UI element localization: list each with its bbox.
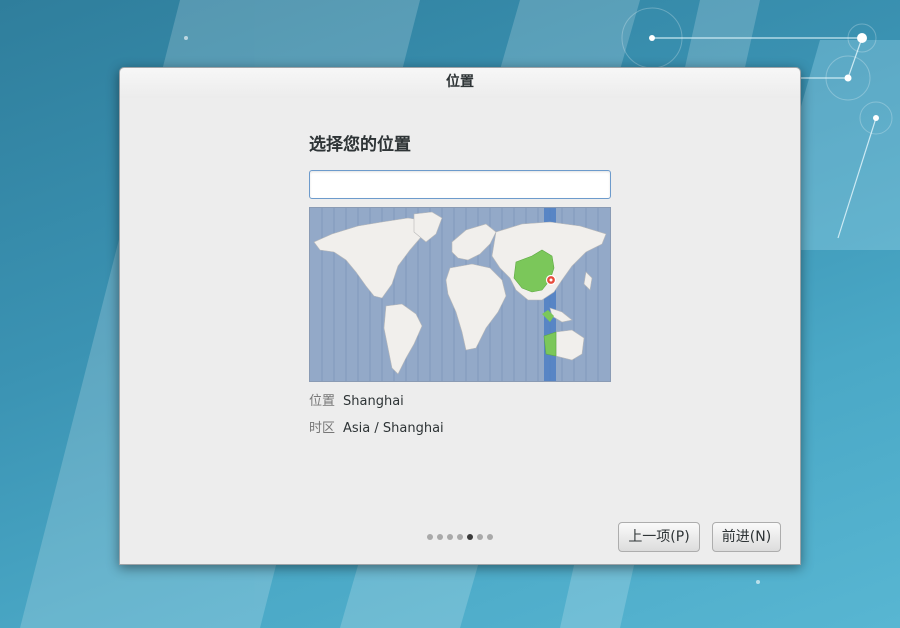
page-heading: 选择您的位置 — [309, 135, 411, 155]
setup-window: 位置 选择您的位置 位置 Shanghai 时区 Asia / Shanghai… — [119, 67, 801, 565]
page-indicator — [427, 534, 493, 540]
timezone-label: 时区 — [309, 421, 336, 436]
page-dot — [477, 534, 483, 540]
location-marker-icon — [545, 274, 557, 286]
page-dot — [437, 534, 443, 540]
timezone-region-australia — [543, 331, 557, 357]
next-button[interactable]: 前进(N) — [712, 522, 781, 552]
window-title: 位置 — [120, 68, 800, 98]
page-dot — [487, 534, 493, 540]
timezone-row: 时区 Asia / Shanghai — [309, 417, 444, 436]
page-dot — [457, 534, 463, 540]
location-label: 位置 — [309, 394, 336, 409]
page-dot — [427, 534, 433, 540]
world-map[interactable] — [309, 207, 611, 382]
location-search-input[interactable] — [309, 170, 611, 199]
location-row: 位置 Shanghai — [309, 390, 404, 409]
location-value: Shanghai — [343, 394, 404, 409]
world-map-svg — [310, 208, 610, 381]
timezone-value: Asia / Shanghai — [343, 421, 444, 436]
page-dot-active — [467, 534, 473, 540]
prev-button[interactable]: 上一项(P) — [618, 522, 700, 552]
page-dot — [447, 534, 453, 540]
